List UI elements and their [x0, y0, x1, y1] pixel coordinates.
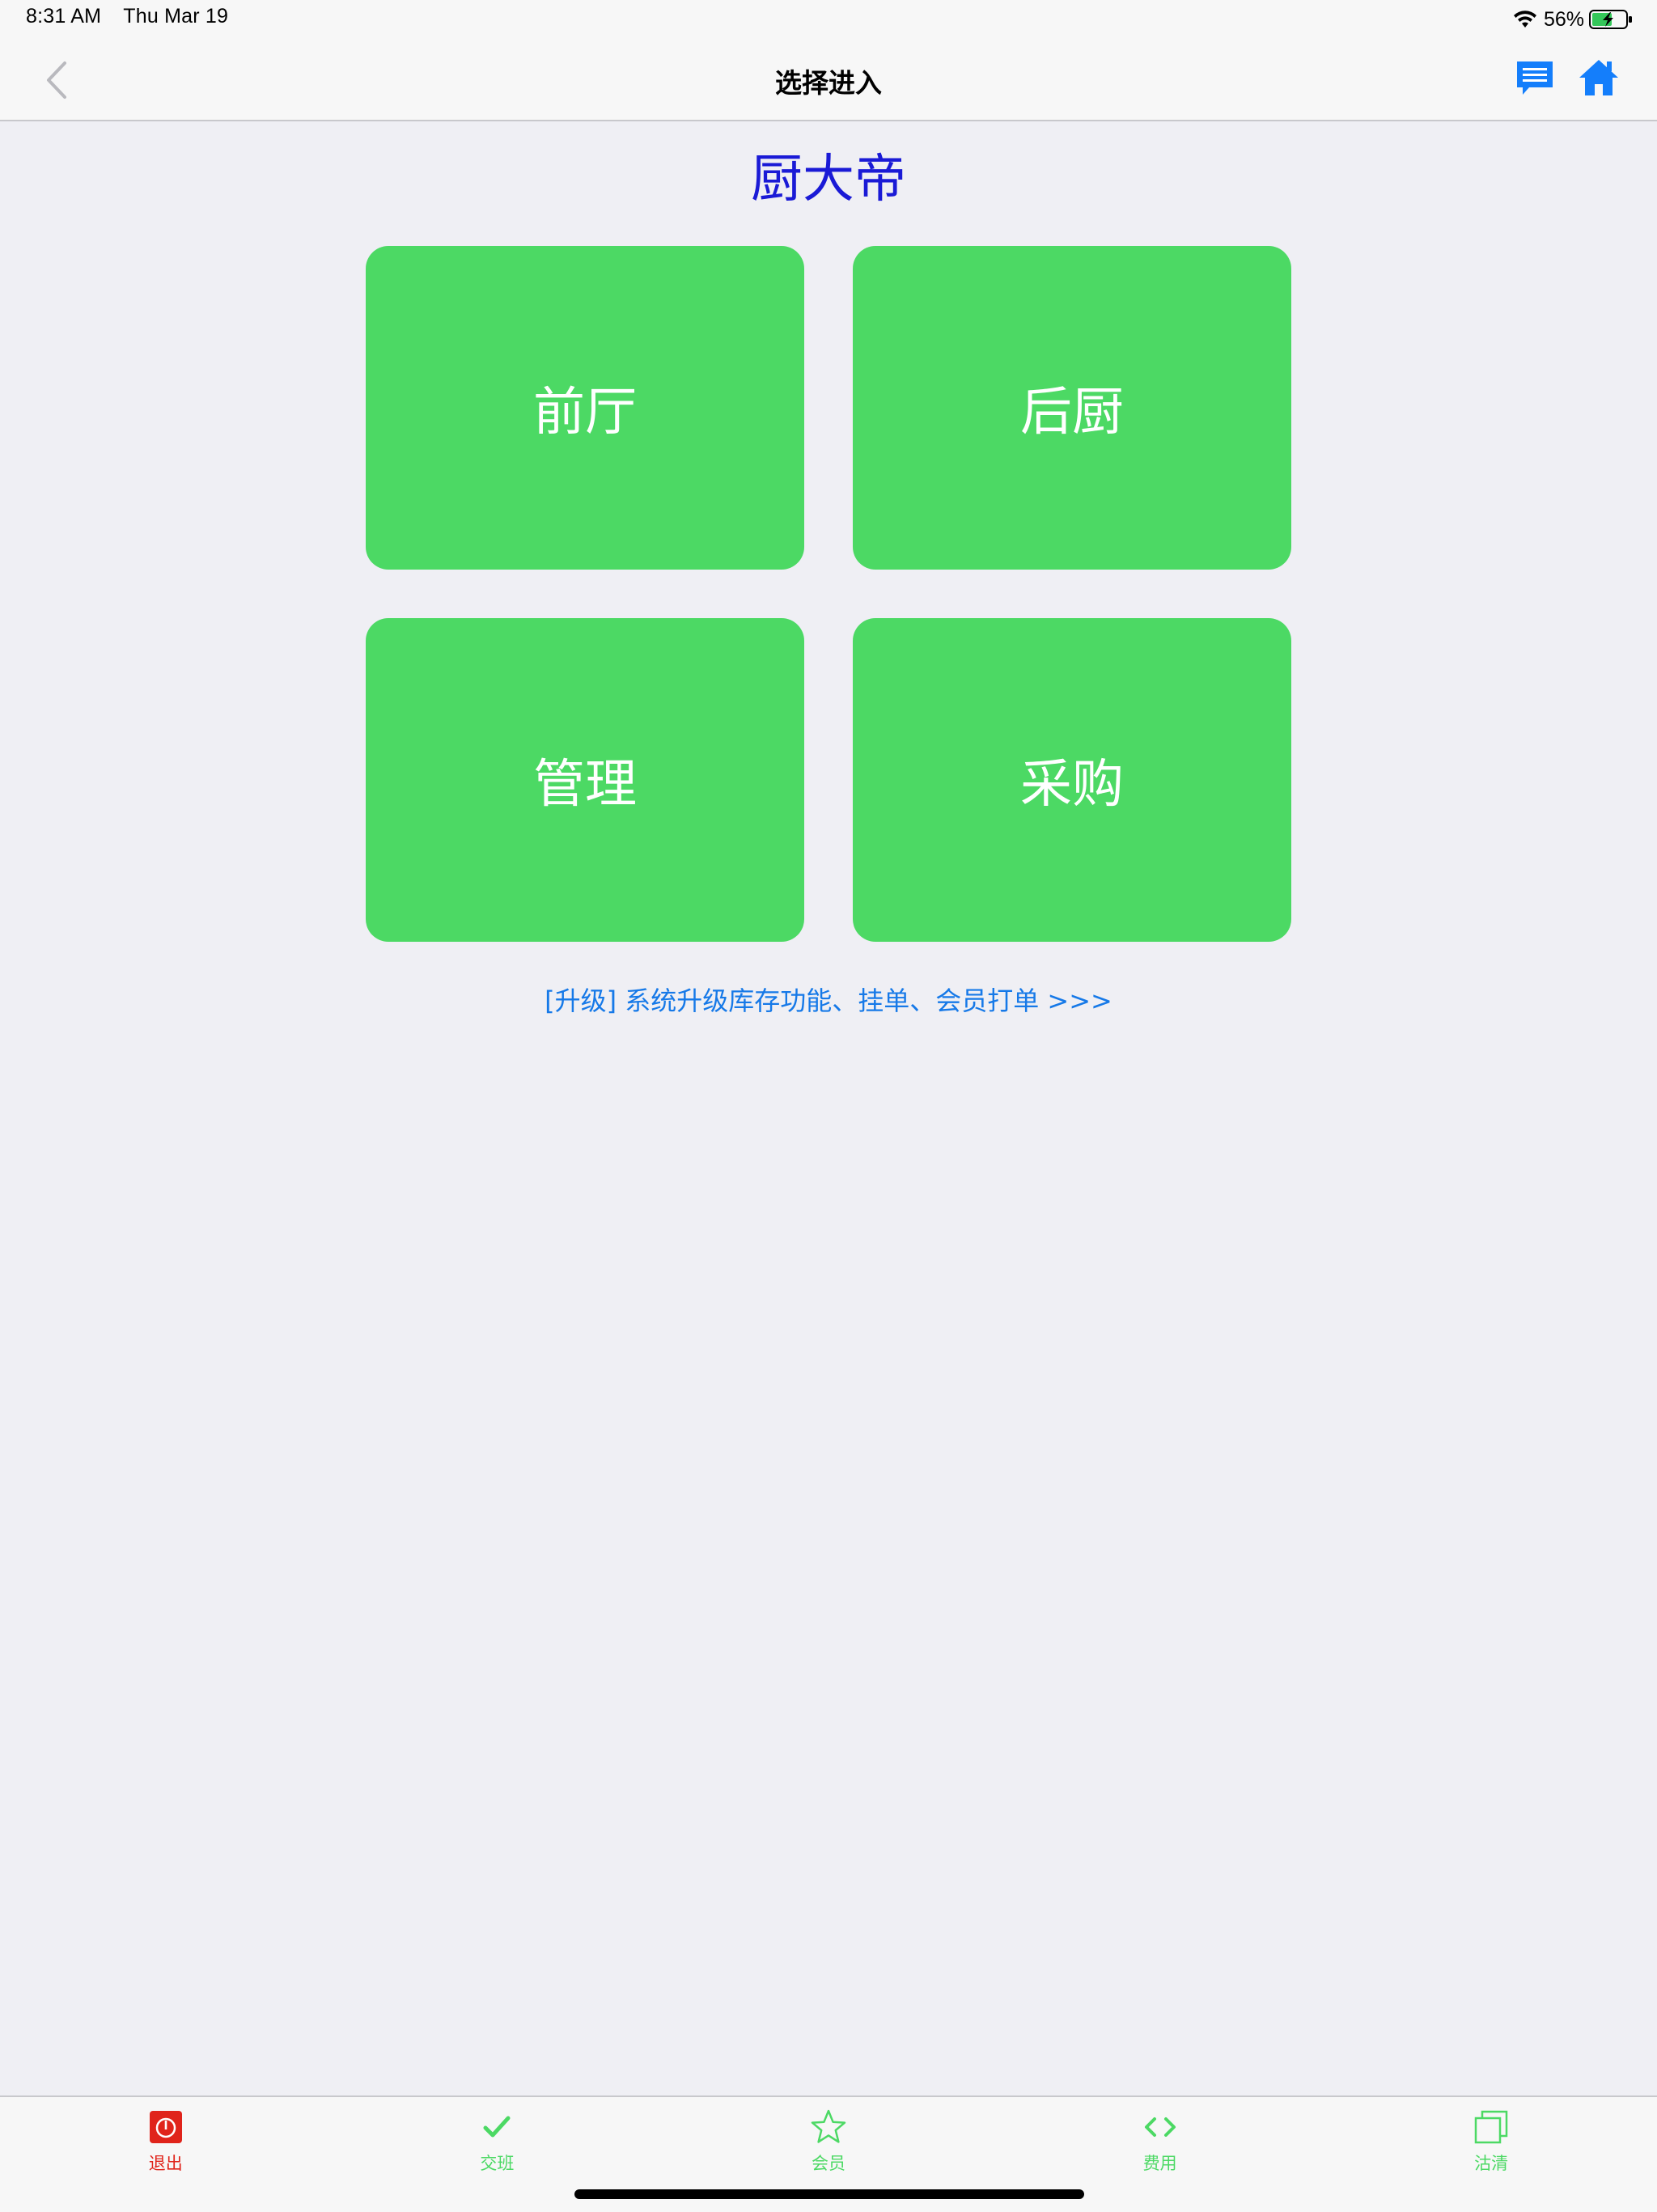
power-icon [147, 2108, 184, 2146]
page-title: 选择进入 [775, 67, 882, 99]
tab-exit-label: 退出 [148, 2154, 183, 2173]
status-date: Thu Mar 19 [123, 5, 229, 28]
tile-back-kitchen[interactable]: 后厨 [853, 246, 1291, 570]
tab-shift-handover-label: 交班 [480, 2154, 515, 2173]
code-icon [1142, 2108, 1179, 2146]
tab-members-label: 会员 [811, 2154, 845, 2173]
upgrade-link[interactable]: [升级] 系统升级库存功能、挂单、会员打单 >>> [0, 981, 1657, 1018]
tile-front-hall[interactable]: 前厅 [366, 246, 804, 570]
navigation-bar: 选择进入 [0, 39, 1657, 121]
battery-charging-icon [1589, 9, 1633, 30]
copy-icon [1473, 2108, 1510, 2146]
brand-title: 厨大帝 [751, 150, 906, 210]
checkmark-icon [478, 2108, 515, 2146]
status-time-date: 8:31 AM Thu Mar 19 [26, 5, 228, 28]
wifi-icon [1513, 10, 1537, 29]
home-button[interactable] [1578, 57, 1620, 99]
home-indicator[interactable] [574, 2189, 1084, 2199]
tab-exit[interactable]: 退出 [0, 2097, 332, 2212]
status-time: 8:31 AM [26, 5, 102, 28]
star-icon [810, 2108, 847, 2146]
tile-purchasing[interactable]: 采购 [853, 618, 1291, 942]
message-button[interactable] [1515, 58, 1555, 99]
tab-sold-out[interactable]: 沽清 [1325, 2097, 1657, 2212]
tab-expenses-label: 费用 [1142, 2154, 1177, 2173]
battery-percent: 56% [1543, 7, 1584, 31]
home-icon [1579, 60, 1618, 95]
status-indicators: 56% [1513, 5, 1633, 34]
status-bar: 8:31 AM Thu Mar 19 56% [0, 0, 1657, 39]
message-icon [1517, 61, 1553, 95]
tab-sold-out-label: 沽清 [1474, 2154, 1509, 2173]
tile-management[interactable]: 管理 [366, 618, 804, 942]
